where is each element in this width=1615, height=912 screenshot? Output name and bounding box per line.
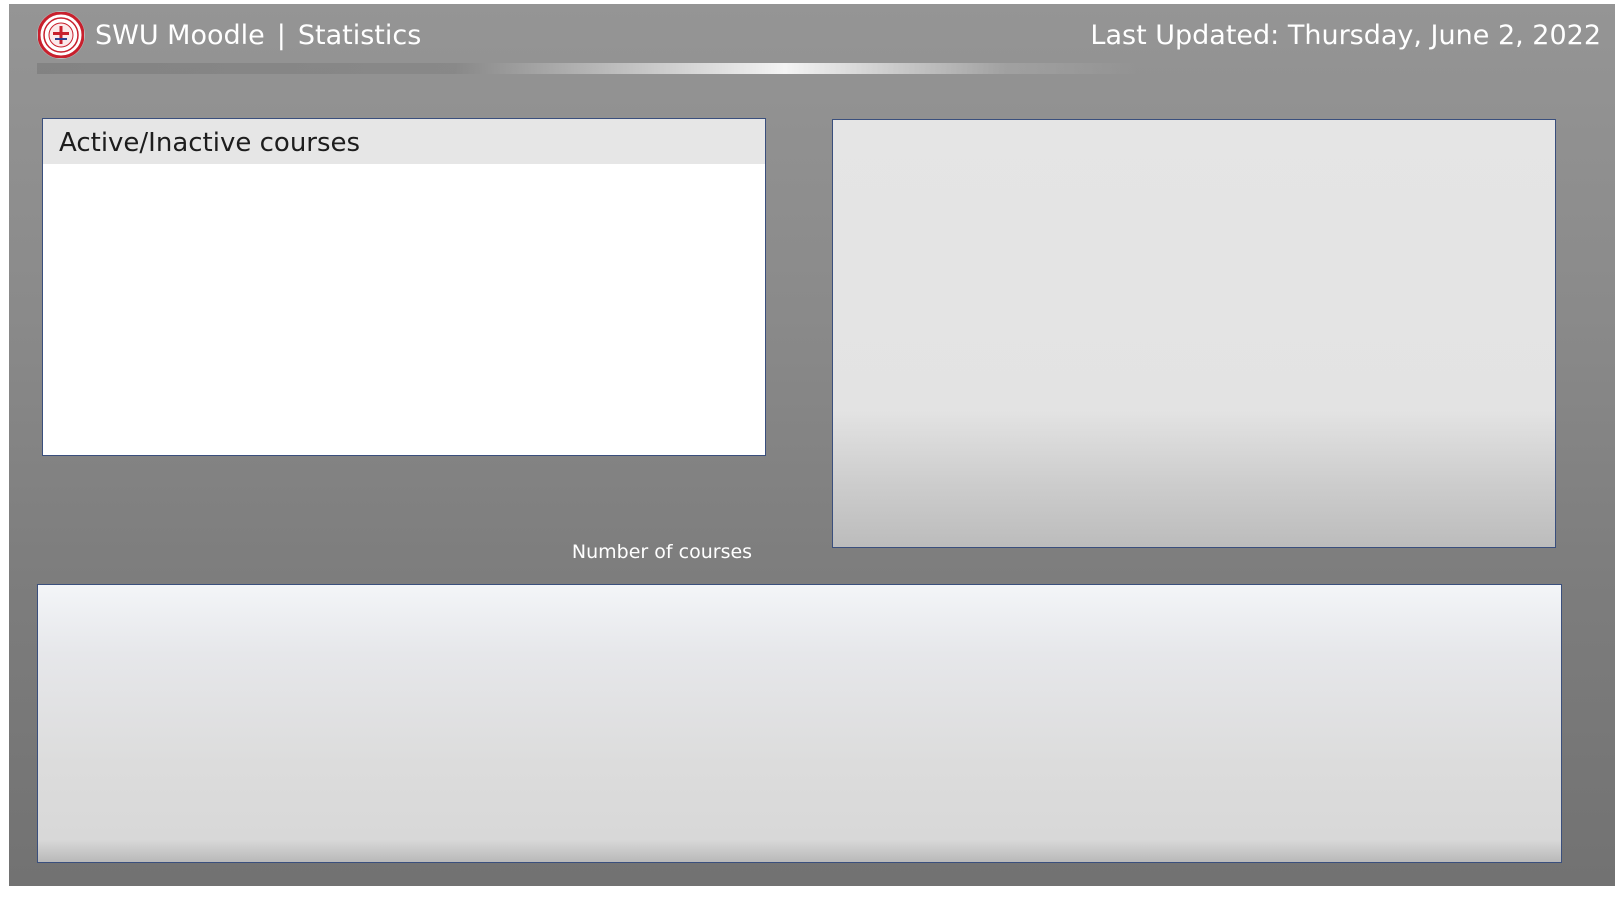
report-canvas: SWU Moodle | Statistics Last Updated: Thur…: [9, 4, 1615, 886]
page-title: SWU Moodle | Statistics: [95, 16, 421, 56]
active-inactive-courses-panel: Active/Inactive courses: [42, 118, 766, 456]
title-separator: |: [276, 20, 286, 51]
title-underline: [37, 63, 1137, 74]
university-seal-icon: [38, 12, 84, 58]
active-inactive-courses-title: Active/Inactive courses: [43, 119, 765, 164]
app-name: SWU Moodle: [95, 20, 265, 51]
number-of-courses-label: Number of courses: [571, 541, 753, 563]
chart-panel: [832, 119, 1556, 548]
number-of-courses-panel: [37, 584, 1562, 863]
last-updated-text: Last Updated: Thursday, June 2, 2022: [1090, 20, 1601, 51]
page-name: Statistics: [297, 20, 422, 51]
